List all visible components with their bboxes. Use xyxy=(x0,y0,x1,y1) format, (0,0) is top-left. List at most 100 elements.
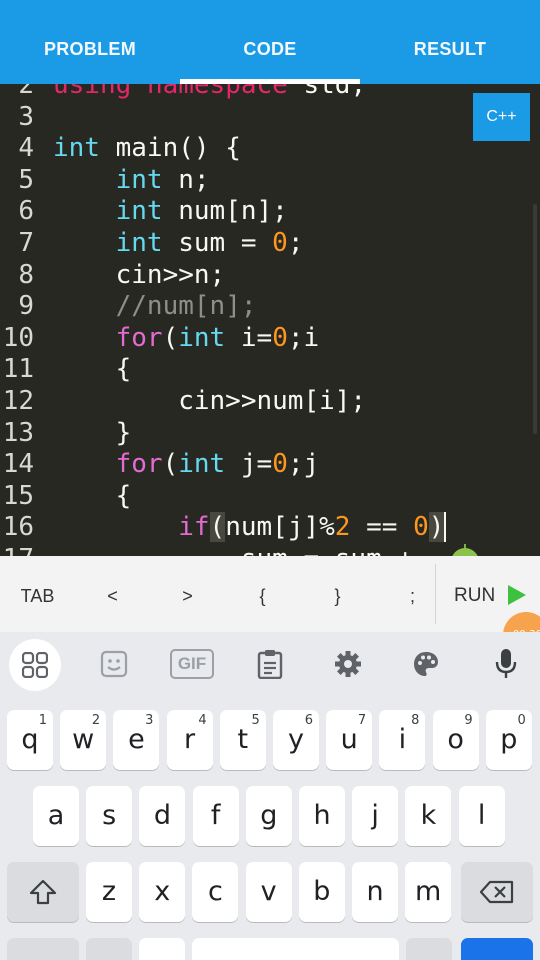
code-text: int sum = 0; xyxy=(115,228,304,258)
key-p[interactable]: p0 xyxy=(485,710,532,770)
code-text: int main() { xyxy=(53,133,241,164)
on-screen-keyboard: GIF q1w2e3r4t5y6u7i8o9p0asdfghjklzxcvbnm xyxy=(0,632,540,960)
key-label: h xyxy=(313,800,331,831)
code-line[interactable]: 5 int n; xyxy=(0,165,540,197)
line-number: 14 xyxy=(2,449,34,480)
code-text: int n; xyxy=(115,164,210,195)
code-line[interactable]: 6 int num[n]; xyxy=(0,196,540,228)
line-number: 9 xyxy=(18,291,34,322)
settings-gear-icon[interactable] xyxy=(328,644,368,684)
theme-palette-icon[interactable] xyxy=(406,644,446,684)
microphone-icon[interactable] xyxy=(486,644,526,684)
key-h[interactable]: h xyxy=(299,786,345,846)
code-text: cin>>n; xyxy=(53,259,226,290)
space-key[interactable] xyxy=(192,938,399,960)
key-r[interactable]: r4 xyxy=(166,710,213,770)
editor-scrollbar[interactable] xyxy=(533,204,537,434)
line-number: 3 xyxy=(18,101,34,132)
enter-key[interactable] xyxy=(461,938,533,960)
code-line[interactable]: 3 xyxy=(0,102,540,134)
key-f[interactable]: f xyxy=(192,786,239,846)
key-i[interactable]: i8 xyxy=(379,710,426,770)
key-u[interactable]: u7 xyxy=(326,710,373,770)
line-number: 12 xyxy=(2,386,34,416)
key-o[interactable]: o9 xyxy=(432,710,479,770)
key-j[interactable]: j xyxy=(352,786,399,846)
tab-bar: PROBLEM CODE RESULT xyxy=(0,0,540,84)
code-line[interactable]: 4 int main() { xyxy=(0,133,540,165)
open-brace-key[interactable]: { xyxy=(225,556,300,632)
code-toolbar: TAB < > { } ; RUN xyxy=(0,556,540,632)
symbols-key[interactable] xyxy=(7,938,79,960)
tab-code[interactable]: CODE xyxy=(180,0,360,84)
code-text: int num[n]; xyxy=(115,196,288,227)
code-line[interactable]: 12 cin>>num[i]; xyxy=(0,386,540,418)
key-hint: 4 xyxy=(198,713,207,728)
key-m[interactable]: m xyxy=(405,862,452,922)
code-line[interactable]: 13 } xyxy=(0,418,540,450)
greater-than-key[interactable]: > xyxy=(150,556,225,632)
key-a[interactable]: a xyxy=(33,786,79,846)
backspace-icon xyxy=(479,880,514,904)
code-text: { xyxy=(53,354,132,385)
key-d[interactable]: d xyxy=(139,786,186,846)
backspace-key[interactable] xyxy=(461,862,533,922)
code-text: if(num[j]%2 == 0) xyxy=(178,512,447,543)
key-z[interactable]: z xyxy=(86,862,132,922)
key-label: i xyxy=(398,724,407,755)
key-b[interactable]: b xyxy=(298,862,345,922)
key-hint: 7 xyxy=(357,713,367,728)
key-w[interactable]: w2 xyxy=(60,710,107,770)
key-s[interactable]: s xyxy=(86,786,133,846)
comma-key[interactable] xyxy=(86,938,132,960)
less-than-key[interactable]: < xyxy=(75,556,150,632)
code-text: cin>>num[i]; xyxy=(53,386,367,416)
code-line[interactable]: 8 cin>>n; xyxy=(0,260,540,292)
line-number: 8 xyxy=(18,259,34,290)
code-line[interactable]: 15 { xyxy=(0,481,540,513)
key-k[interactable]: k xyxy=(405,786,452,846)
close-brace-key[interactable]: } xyxy=(300,556,375,632)
tab-result[interactable]: RESULT xyxy=(360,0,540,84)
key-e[interactable]: e3 xyxy=(113,710,160,770)
gif-icon[interactable]: GIF xyxy=(170,649,214,679)
code-line[interactable]: 16 if(num[j]%2 == 0) xyxy=(0,512,540,544)
line-number: 5 xyxy=(18,164,34,195)
keyboard-apps-button[interactable] xyxy=(9,639,61,691)
code-editor[interactable]: 17 sum = sum +16 if(num[j]%2 == 0)15 {14… xyxy=(0,84,540,556)
key-hint: 2 xyxy=(91,713,101,728)
shift-key[interactable] xyxy=(7,862,79,922)
code-line[interactable]: 14 for(int j=0;j xyxy=(0,449,540,481)
code-line[interactable]: 9 //num[n]; xyxy=(0,291,540,323)
code-line[interactable]: 11 { xyxy=(0,354,540,386)
key-y[interactable]: y6 xyxy=(273,710,319,770)
key-v[interactable]: v xyxy=(245,862,292,922)
key-g[interactable]: g xyxy=(245,786,292,846)
line-number: 10 xyxy=(2,322,34,353)
key-l[interactable]: l xyxy=(458,786,505,846)
key-label: d xyxy=(153,800,171,831)
cursor-handle-icon[interactable] xyxy=(450,544,480,556)
key-label: b xyxy=(313,876,331,907)
key-label: f xyxy=(210,800,221,831)
emoji-key[interactable] xyxy=(139,938,185,960)
code-line[interactable]: 7 int sum = 0; xyxy=(0,228,540,260)
key-c[interactable]: c xyxy=(192,862,239,922)
key-t[interactable]: t5 xyxy=(219,710,266,770)
line-number: 7 xyxy=(18,228,34,258)
tab-problem[interactable]: PROBLEM xyxy=(0,0,180,84)
line-number: 15 xyxy=(2,480,34,511)
clipboard-icon[interactable] xyxy=(250,644,290,684)
key-q[interactable]: q1 xyxy=(7,710,53,770)
sticker-icon[interactable] xyxy=(94,644,134,684)
key-label: x xyxy=(154,876,171,907)
line-number: 13 xyxy=(2,417,34,448)
key-x[interactable]: x xyxy=(139,862,186,922)
period-key[interactable] xyxy=(406,938,452,960)
language-selector[interactable]: C++ xyxy=(473,93,530,141)
code-line[interactable]: 2 using namespace std; xyxy=(0,84,540,102)
tab-key[interactable]: TAB xyxy=(0,556,75,632)
key-n[interactable]: n xyxy=(352,862,398,922)
code-line[interactable]: 10 for(int i=0;i xyxy=(0,323,540,355)
key-label: u xyxy=(340,724,358,755)
